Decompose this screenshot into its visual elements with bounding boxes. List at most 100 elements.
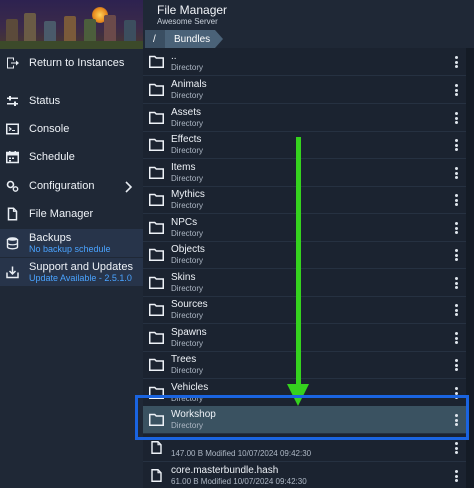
folder-row[interactable]: Animals Directory [143, 76, 474, 104]
sidebar-item-label: Support and Updates [29, 261, 133, 273]
more-options-icon[interactable] [455, 359, 459, 371]
more-options-icon[interactable] [455, 332, 459, 344]
terminal-icon [6, 123, 19, 136]
sliders-icon [6, 95, 19, 108]
folder-row[interactable]: Skins Directory [143, 269, 474, 297]
folder-icon [149, 413, 164, 426]
file-meta: Directory [171, 63, 204, 72]
folder-icon [149, 303, 164, 316]
breadcrumb: / Bundles [143, 30, 474, 48]
sidebar-item-schedule[interactable]: Schedule [0, 144, 143, 170]
folder-icon [149, 276, 164, 289]
update-available-link[interactable]: Update Available - 2.5.1.0 [29, 273, 132, 283]
file-meta: Directory [171, 91, 204, 100]
sidebar-item-file-manager[interactable]: File Manager [0, 201, 143, 227]
folder-row[interactable]: Sources Directory [143, 296, 474, 324]
file-meta: Directory [171, 174, 204, 183]
more-options-icon[interactable] [455, 139, 459, 151]
gears-icon [6, 180, 19, 193]
exit-icon [6, 57, 19, 70]
file-name: Spawns [171, 327, 207, 338]
file-meta: Directory [171, 339, 204, 348]
file-meta: Directory [171, 311, 204, 320]
folder-icon [149, 166, 164, 179]
chevron-right-icon[interactable] [124, 180, 133, 193]
file-meta: Directory [171, 201, 204, 210]
server-name: Awesome Server [157, 17, 218, 26]
folder-row[interactable]: Spawns Directory [143, 324, 474, 352]
sidebar-item-label: File Manager [29, 208, 94, 220]
sidebar: Return to Instances Status Console Sched… [0, 0, 143, 488]
file-name: Items [171, 162, 196, 173]
folder-row[interactable]: NPCs Directory [143, 214, 474, 242]
return-to-instances-button[interactable]: Return to Instances [0, 50, 143, 76]
file-meta: Directory [171, 284, 204, 293]
folder-icon [149, 248, 164, 261]
more-options-icon[interactable] [455, 470, 459, 482]
folder-row[interactable]: Mythics Directory [143, 186, 474, 214]
file-name: Animals [171, 79, 207, 90]
database-icon [6, 237, 19, 250]
page-title: File Manager [157, 3, 228, 17]
file-icon [149, 469, 164, 482]
more-options-icon[interactable] [455, 387, 459, 399]
file-name: Vehicles [171, 382, 209, 393]
folder-row[interactable]: Items Directory [143, 159, 474, 187]
scrollbar[interactable] [466, 48, 474, 488]
file-icon [149, 441, 164, 454]
folder-icon [149, 358, 164, 371]
file-name: Workshop [171, 409, 216, 420]
more-options-icon[interactable] [455, 277, 459, 289]
file-meta: 61.00 B Modified 10/07/2024 09:42:30 [171, 477, 307, 486]
folder-icon [149, 221, 164, 234]
folder-icon [149, 138, 164, 151]
sidebar-item-configuration[interactable]: Configuration [0, 173, 143, 199]
folder-row[interactable]: Effects Directory [143, 131, 474, 159]
folder-row[interactable]: Workshop Directory [143, 406, 474, 434]
more-options-icon[interactable] [455, 194, 459, 206]
server-banner-image [0, 0, 143, 49]
folder-row[interactable]: .. Directory [143, 48, 474, 76]
folder-row[interactable]: Trees Directory [143, 351, 474, 379]
breadcrumb-current[interactable]: Bundles [165, 30, 223, 48]
breadcrumb-root[interactable]: / [145, 30, 165, 48]
more-options-icon[interactable] [455, 167, 459, 179]
file-row[interactable]: 147.00 B Modified 10/07/2024 09:42:30 [143, 434, 474, 462]
file-meta: 147.00 B Modified 10/07/2024 09:42:30 [171, 449, 312, 458]
sidebar-item-label: Configuration [29, 180, 95, 192]
more-options-icon[interactable] [455, 304, 459, 316]
more-options-icon[interactable] [455, 112, 459, 124]
file-name: Skins [171, 272, 196, 283]
file-meta: Directory [171, 366, 204, 375]
more-options-icon[interactable] [455, 84, 459, 96]
sidebar-item-console[interactable]: Console [0, 116, 143, 142]
download-icon [6, 266, 19, 279]
annotation-arrow [296, 137, 301, 387]
file-meta: Directory [171, 229, 204, 238]
folder-row[interactable]: Assets Directory [143, 104, 474, 132]
file-name: Objects [171, 244, 205, 255]
more-options-icon[interactable] [455, 249, 459, 261]
more-options-icon[interactable] [455, 56, 459, 68]
sidebar-item-label: Console [29, 123, 70, 135]
sidebar-item-status[interactable]: Status [0, 88, 143, 114]
return-to-instances-label: Return to Instances [29, 57, 125, 69]
folder-icon [149, 55, 164, 68]
app-window: Return to Instances Status Console Sched… [0, 0, 474, 488]
file-meta: Directory [171, 119, 204, 128]
sidebar-item-support[interactable]: Support and Updates Update Available - 2… [0, 258, 143, 286]
more-options-icon[interactable] [455, 442, 459, 454]
more-options-icon[interactable] [455, 222, 459, 234]
file-name: Effects [171, 134, 202, 145]
file-meta: Directory [171, 394, 204, 403]
file-name: .. [171, 51, 177, 62]
more-options-icon[interactable] [455, 414, 459, 426]
folder-icon [149, 386, 164, 399]
file-list: .. Directory Animals Directory Assets Directo… [143, 48, 474, 488]
file-row[interactable]: core.masterbundle.hash 61.00 B Modified 1… [143, 462, 474, 488]
sidebar-item-backups[interactable]: Backups No backup schedule [0, 229, 143, 257]
folder-icon [149, 111, 164, 124]
folder-row[interactable]: Objects Directory [143, 241, 474, 269]
file-meta: Directory [171, 421, 204, 430]
file-name: Assets [171, 107, 202, 118]
